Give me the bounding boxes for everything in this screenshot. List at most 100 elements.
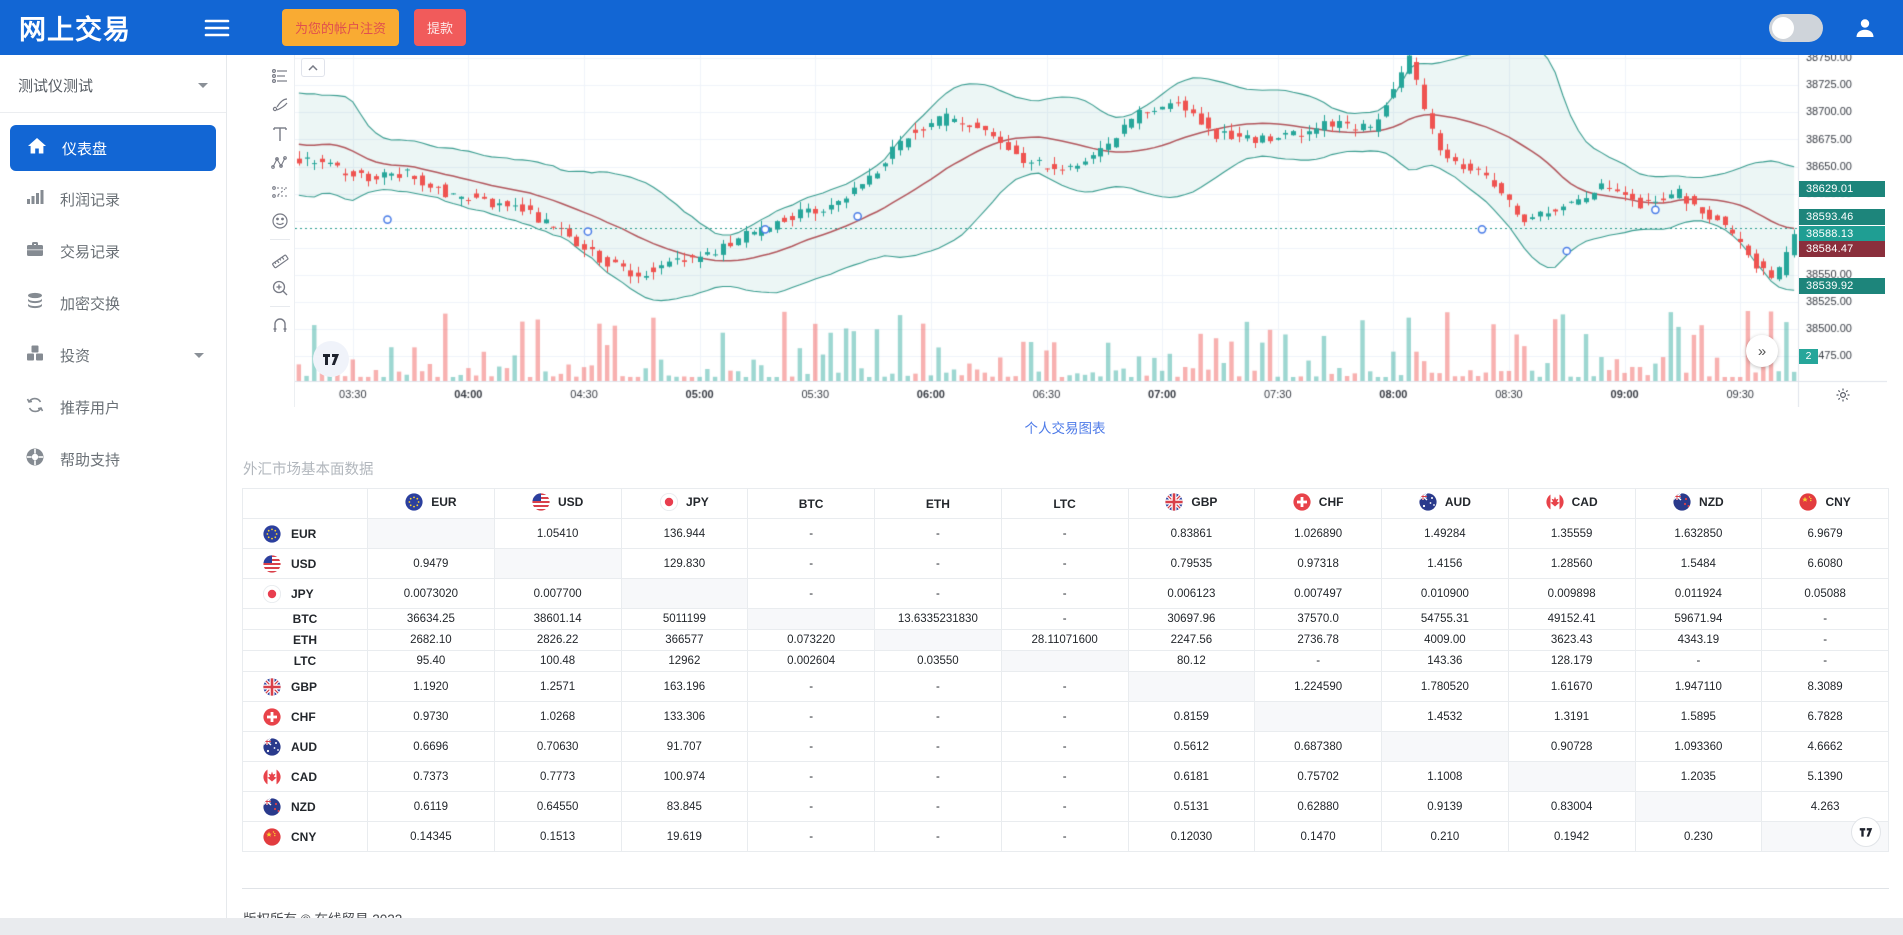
- table-cell: 163.196: [621, 672, 748, 702]
- withdraw-button[interactable]: 提款: [414, 9, 466, 46]
- table-cell: 0.62880: [1255, 792, 1382, 822]
- table-cell: 1.1920: [368, 672, 495, 702]
- table-cell: 1.4156: [1382, 549, 1509, 579]
- trend-line-tool-icon[interactable]: [268, 61, 292, 90]
- chart-settings-gear-icon[interactable]: [1835, 387, 1851, 403]
- emoji-tool-icon[interactable]: [268, 206, 292, 235]
- table-cell: 1.224590: [1255, 672, 1382, 702]
- theme-toggle[interactable]: [1769, 14, 1823, 42]
- table-row-nzd: NZD0.61190.6455083.845---0.51310.628800.…: [243, 792, 1889, 822]
- cad-flag-icon: [263, 768, 281, 786]
- position-tool-icon[interactable]: [268, 177, 292, 206]
- row-label-cell: AUD: [243, 732, 368, 762]
- table-cell: -: [875, 732, 1002, 762]
- table-col-header-btc: BTC: [748, 489, 875, 519]
- table-cell: 1.0268: [494, 702, 621, 732]
- toolbar-separator: [270, 239, 290, 240]
- table-cell: 6.6080: [1762, 549, 1889, 579]
- sidebar-item-5[interactable]: 推荐用户: [0, 381, 226, 433]
- text-tool-icon[interactable]: [268, 119, 292, 148]
- table-cell: -: [748, 672, 875, 702]
- personal-chart-link[interactable]: 个人交易图表: [1025, 421, 1106, 436]
- table-cell: 30697.96: [1128, 609, 1255, 630]
- table-cell: 0.6119: [368, 792, 495, 822]
- table-cell: -: [1001, 609, 1128, 630]
- table-cell: 1.05410: [494, 519, 621, 549]
- toolbar-collapse-button[interactable]: [301, 58, 325, 77]
- table-cell: 1.61670: [1508, 672, 1635, 702]
- table-cell: 129.830: [621, 549, 748, 579]
- hamburger-menu-icon[interactable]: [204, 18, 230, 38]
- table-cell: 2826.22: [494, 630, 621, 651]
- table-cell: 0.1942: [1508, 822, 1635, 852]
- table-cell: 59671.94: [1635, 609, 1762, 630]
- table-row-eur: EUR1.05410136.944---0.838611.0268901.492…: [243, 519, 1889, 549]
- sidebar-item-1[interactable]: 利润记录: [0, 173, 226, 225]
- table-cell: 0.90728: [1508, 732, 1635, 762]
- eur-flag-icon: [405, 493, 423, 511]
- coins-icon: [25, 291, 45, 315]
- table-cell: 0.79535: [1128, 549, 1255, 579]
- table-cell: 4343.19: [1635, 630, 1762, 651]
- scroll-to-latest-button[interactable]: »: [1746, 335, 1778, 367]
- magnet-tool-icon[interactable]: [268, 311, 292, 340]
- row-label-cell: GBP: [243, 672, 368, 702]
- table-cell: -: [875, 672, 1002, 702]
- xabcd-pattern-tool-icon[interactable]: [268, 148, 292, 177]
- row-label-cell: LTC: [243, 651, 368, 672]
- table-cell: 0.7773: [494, 762, 621, 792]
- table-cell: 0.230: [1635, 822, 1762, 852]
- table-cell: 1.780520: [1382, 672, 1509, 702]
- trading-chart-panel: » 38629.0138593.4638588.1338584.4738539.…: [265, 55, 1887, 407]
- table-cell: 0.8159: [1128, 702, 1255, 732]
- table-cell: 0.006123: [1128, 579, 1255, 609]
- sidebar-item-label: 交易记录: [60, 241, 120, 262]
- table-cell-blank: [1382, 732, 1509, 762]
- sidebar-item-2[interactable]: 交易记录: [0, 225, 226, 277]
- table-cell: 1.2035: [1635, 762, 1762, 792]
- table-cell-blank: [1635, 792, 1762, 822]
- table-cell: -: [1001, 702, 1128, 732]
- table-cell: 0.1470: [1255, 822, 1382, 852]
- table-cell: 1.2571: [494, 672, 621, 702]
- account-selector[interactable]: 测试仪测试: [0, 55, 226, 113]
- table-cell-blank: [494, 549, 621, 579]
- deposit-button[interactable]: 为您的帐户注资: [282, 9, 399, 46]
- tradingview-widget-logo[interactable]: [1851, 817, 1881, 847]
- table-cell-blank: [368, 519, 495, 549]
- table-cell: 1.3191: [1508, 702, 1635, 732]
- table-cell: 100.974: [621, 762, 748, 792]
- table-row-jpy: JPY0.00730200.007700---0.0061230.0074970…: [243, 579, 1889, 609]
- table-cell: 38601.14: [494, 609, 621, 630]
- usd-flag-icon: [532, 493, 550, 511]
- user-account-icon[interactable]: [1853, 16, 1877, 40]
- measure-tool-icon[interactable]: [268, 244, 292, 273]
- toolbar-separator: [270, 306, 290, 307]
- aud-flag-icon: [1419, 493, 1437, 511]
- sidebar-item-6[interactable]: 帮助支持: [0, 433, 226, 485]
- table-cell-blank: [875, 630, 1002, 651]
- nzd-flag-icon: [1673, 493, 1691, 511]
- pitchfork-tool-icon[interactable]: [268, 90, 292, 119]
- table-cell: 0.12030: [1128, 822, 1255, 852]
- table-cell: 1.026890: [1255, 519, 1382, 549]
- volume-indicator-badge: 2: [1799, 349, 1818, 364]
- table-cell: 0.0073020: [368, 579, 495, 609]
- candlestick-chart-canvas[interactable]: [295, 55, 1887, 407]
- table-col-header-cad: CAD: [1508, 489, 1635, 519]
- table-row-usd: USD0.9479129.830---0.795350.973181.41561…: [243, 549, 1889, 579]
- sidebar-item-label: 投资: [60, 345, 90, 366]
- table-cell: -: [875, 792, 1002, 822]
- sidebar-item-3[interactable]: 加密交换: [0, 277, 226, 329]
- table-cell-blank: [1128, 672, 1255, 702]
- price-axis-badge: 38539.92: [1799, 278, 1885, 294]
- table-col-header-cny: CNY: [1762, 489, 1889, 519]
- table-cell: -: [748, 762, 875, 792]
- tradingview-logo[interactable]: [313, 341, 349, 377]
- table-cell: 83.845: [621, 792, 748, 822]
- zoom-in-tool-icon[interactable]: [268, 273, 292, 302]
- sidebar-item-0[interactable]: 仪表盘: [10, 125, 216, 171]
- sidebar-item-4[interactable]: 投资: [0, 329, 226, 381]
- table-corner-cell: [243, 489, 368, 519]
- table-cell: -: [748, 792, 875, 822]
